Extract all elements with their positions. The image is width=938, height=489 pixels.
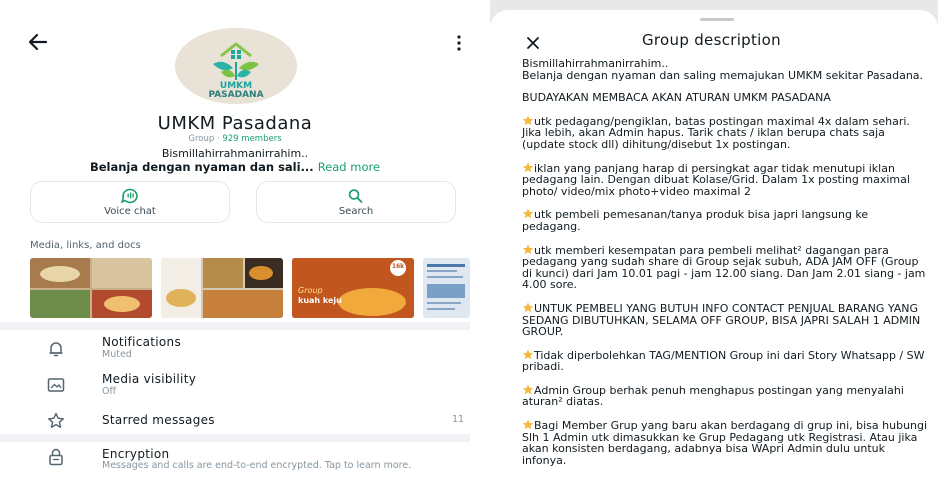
- group-description-screen: Group description Bismillahirrahmanirrah…: [490, 0, 938, 489]
- promo-badge: 16k: [391, 263, 405, 270]
- description-paragraph-text: Admin Group berhak penuh menghapus posti…: [522, 383, 904, 409]
- bottom-sheet: Group description Bismillahirrahmanirrah…: [490, 10, 938, 489]
- star-emoji-icon: [522, 384, 534, 395]
- notifications-title: Notifications: [102, 335, 182, 349]
- member-count-link[interactable]: 929 members: [222, 134, 281, 144]
- star-emoji-icon: [522, 419, 534, 430]
- description-preview-line1: Bismillahirrahmanirrahim..: [161, 147, 309, 160]
- description-paragraph: Admin Group berhak penuh menghapus posti…: [522, 384, 928, 408]
- star-emoji-icon: [522, 162, 534, 172]
- media-visibility-icon: [47, 378, 65, 392]
- drag-handle[interactable]: [700, 18, 734, 21]
- star-emoji-icon: [522, 349, 534, 359]
- notifications-row[interactable]: Notifications Muted: [0, 330, 470, 366]
- description-paragraph-text: utk pembeli pemesanan/tanya produk bisa …: [522, 208, 869, 233]
- description-paragraph: Bismillahirrahmanirrahim.. Belanja denga…: [522, 58, 928, 81]
- media-section-title[interactable]: Media, links, and docs: [30, 240, 141, 251]
- description-paragraph-text: utk pedagang/pengiklan, batas postingan …: [522, 114, 910, 151]
- media-visibility-status: Off: [102, 386, 117, 397]
- promo-text-line2: kuah keju: [298, 296, 342, 305]
- search-label: Search: [338, 206, 374, 217]
- encryption-row[interactable]: Encryption Messages and calls are end-to…: [0, 444, 470, 489]
- description-paragraph-text: UNTUK PEMBELI YANG BUTUH INFO CONTACT PE…: [522, 301, 921, 339]
- encryption-subtitle: Messages and calls are end-to-end encryp…: [102, 460, 412, 471]
- group-avatar[interactable]: UMKM PASADANA: [175, 28, 297, 104]
- description-paragraph: utk memberi kesempatan para pembeli meli…: [522, 244, 928, 291]
- description-paragraph-text: Tidak diperbolehkan TAG/MENTION Group in…: [522, 348, 925, 374]
- description-preview-text: Belanja dengan nyaman dan sali...: [89, 160, 314, 174]
- voice-chat-label: Voice chat: [104, 206, 156, 217]
- media-thumbnail[interactable]: [30, 258, 152, 318]
- food-photo-collage: [30, 258, 152, 318]
- bell-icon: [49, 342, 63, 357]
- more-options-icon[interactable]: [455, 34, 463, 52]
- food-photo-collage: [161, 258, 283, 318]
- description-paragraph: iklan yang panjang harap di persingkat a…: [522, 162, 928, 198]
- description-paragraph-text: BUDAYAKAN MEMBACA AKAN ATURAN UMKM PASAD…: [522, 91, 831, 105]
- voice-chat-button[interactable]: Voice chat: [30, 181, 230, 223]
- star-emoji-icon: [522, 302, 534, 313]
- document-photo: [423, 258, 470, 318]
- star-emoji-icon: [522, 244, 534, 254]
- star-icon: [48, 412, 64, 428]
- media-visibility-title: Media visibility: [102, 372, 197, 386]
- section-divider: [0, 434, 470, 442]
- encryption-title: Encryption: [102, 447, 170, 461]
- description-paragraph-text: Bismillahirrahmanirrahim.. Belanja denga…: [522, 57, 924, 82]
- star-emoji-icon: [522, 115, 534, 126]
- description-body: Bismillahirrahmanirrahim.. Belanja denga…: [522, 58, 928, 477]
- media-thumbnail[interactable]: [161, 258, 283, 318]
- media-thumbnails: Group kuah keju 16k: [30, 258, 470, 318]
- read-more-link[interactable]: Read more: [318, 160, 380, 174]
- group-name: UMKM Pasadana: [157, 113, 313, 134]
- group-info-screen: UMKM PASADANA UMKM Pasadana Group · 929 …: [0, 0, 470, 489]
- notifications-status: Muted: [102, 349, 132, 360]
- description-paragraph: BUDAYAKAN MEMBACA AKAN ATURAN UMKM PASAD…: [522, 92, 928, 104]
- section-divider: [0, 322, 470, 330]
- search-button[interactable]: Search: [256, 181, 456, 223]
- logo-line2: PASADANA: [208, 90, 264, 100]
- description-paragraph: Tidak diperbolehkan TAG/MENTION Group in…: [522, 349, 928, 373]
- starred-messages-count: 11: [452, 414, 465, 425]
- description-paragraph: UNTUK PEMBELI YANG BUTUH INFO CONTACT PE…: [522, 302, 928, 338]
- lock-icon: [49, 448, 63, 466]
- back-arrow-icon[interactable]: [26, 30, 50, 54]
- media-thumbnail[interactable]: [423, 258, 470, 318]
- media-thumbnail[interactable]: Group kuah keju 16k: [292, 258, 414, 318]
- description-paragraph: utk pedagang/pengiklan, batas postingan …: [522, 115, 928, 151]
- group-type: Group ·: [188, 134, 223, 144]
- media-visibility-row[interactable]: Media visibility Off: [0, 368, 470, 404]
- description-paragraph: utk pembeli pemesanan/tanya produk bisa …: [522, 208, 928, 232]
- group-meta: Group · 929 members: [0, 134, 470, 144]
- description-preview-line2[interactable]: Belanja dengan nyaman dan sali... Read m…: [0, 160, 470, 174]
- sheet-title: Group description: [642, 31, 781, 49]
- close-icon[interactable]: [526, 36, 540, 50]
- description-paragraph-text: utk memberi kesempatan para pembeli meli…: [522, 243, 926, 292]
- promo-text-line1: Group: [298, 286, 323, 295]
- star-emoji-icon: [522, 208, 534, 219]
- description-paragraph-text: iklan yang panjang harap di persingkat a…: [522, 161, 910, 198]
- voice-chat-icon: [120, 188, 138, 204]
- starred-messages-row[interactable]: Starred messages 11: [0, 406, 470, 432]
- description-paragraph: Bagi Member Grup yang baru akan berdagan…: [522, 419, 928, 466]
- description-paragraph-text: Bagi Member Grup yang baru akan berdagan…: [522, 419, 928, 467]
- search-icon: [348, 189, 363, 203]
- starred-messages-title: Starred messages: [102, 413, 215, 427]
